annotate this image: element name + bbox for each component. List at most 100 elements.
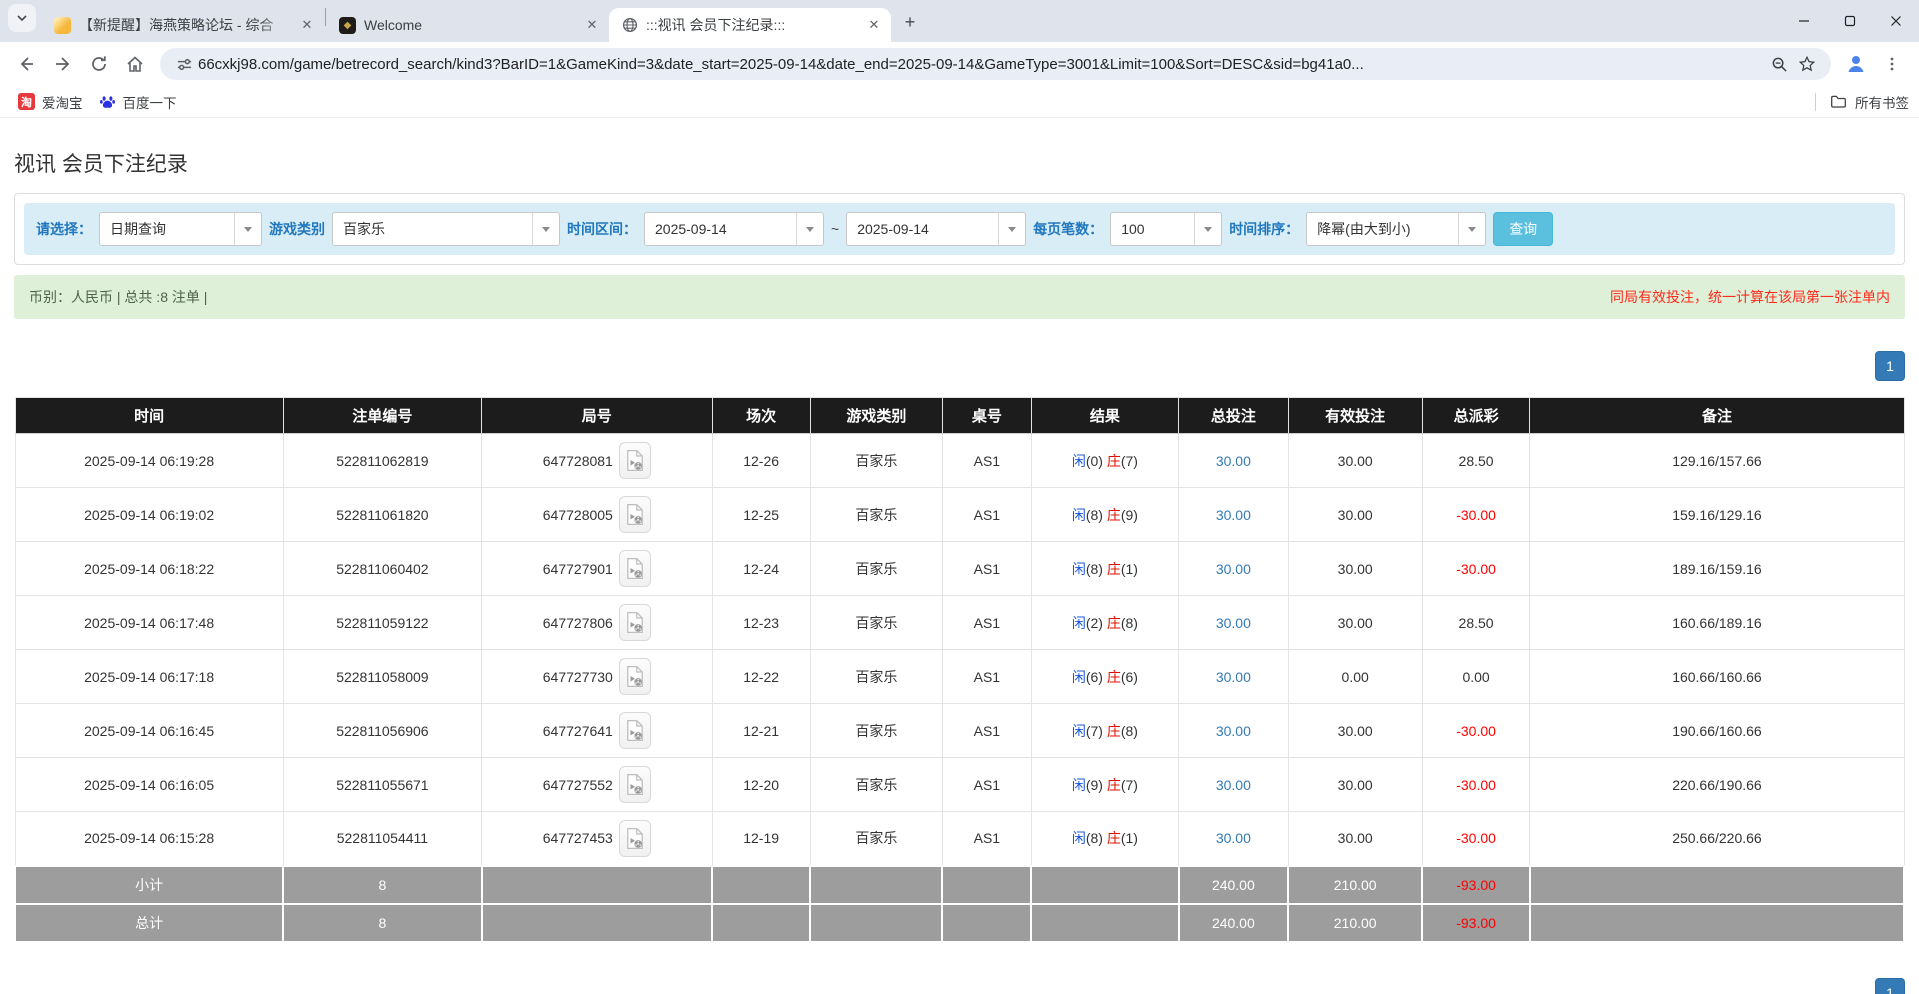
summary-count-cell: 8 — [283, 866, 481, 904]
date-start-select[interactable]: 2025-09-14 — [644, 212, 824, 246]
bookmark-baidu[interactable]: 百度一下 — [91, 88, 185, 116]
payout-cell: -30.00 — [1422, 542, 1530, 596]
game-type-cell: 百家乐 — [810, 650, 942, 704]
video-replay-icon — [626, 827, 644, 850]
remark-cell: 160.66/160.66 — [1530, 650, 1904, 704]
remark-cell: 159.16/129.16 — [1530, 488, 1904, 542]
profile-avatar[interactable] — [1839, 47, 1873, 81]
total-bet-link[interactable]: 30.00 — [1216, 830, 1251, 846]
player-result: 闲 — [1072, 723, 1086, 739]
total-bet-cell[interactable]: 30.00 — [1179, 542, 1289, 596]
tab-close-icon[interactable]: ✕ — [583, 16, 601, 34]
tab-title: 【新提醒】海燕策略论坛 - 综合 — [79, 15, 290, 35]
game-type-cell: 百家乐 — [810, 758, 942, 812]
total-bet-link[interactable]: 30.00 — [1216, 669, 1251, 685]
url-text[interactable]: 66cxkj98.com/game/betrecord_search/kind3… — [198, 56, 1765, 73]
home-button[interactable] — [118, 47, 152, 81]
payout-cell: -30.00 — [1422, 758, 1530, 812]
tab-close-icon[interactable]: ✕ — [865, 16, 883, 34]
total-bet-link[interactable]: 30.00 — [1216, 723, 1251, 739]
minimize-button[interactable] — [1781, 0, 1827, 42]
bookmark-aitaobao[interactable]: 淘 爱淘宝 — [10, 88, 91, 116]
table-number-cell: AS1 — [942, 704, 1031, 758]
total-bet-cell[interactable]: 30.00 — [1179, 812, 1289, 866]
game-type-cell: 百家乐 — [810, 488, 942, 542]
session-cell: 12-20 — [712, 758, 810, 812]
chevron-down-icon[interactable] — [1194, 213, 1221, 245]
date-end-select[interactable]: 2025-09-14 — [846, 212, 1026, 246]
chevron-down-icon[interactable] — [998, 213, 1025, 245]
tab-strip: 【新提醒】海燕策略论坛 - 综合 ✕ ◆ Welcome ✕ :::视讯 会员下… — [0, 0, 1919, 42]
video-replay-button[interactable] — [619, 496, 651, 533]
result-cell: 闲(2) 庄(8) — [1031, 596, 1178, 650]
total-bet-cell[interactable]: 30.00 — [1179, 650, 1289, 704]
bookmark-star-icon[interactable] — [1793, 50, 1821, 78]
bookmarks-bar: 淘 爱淘宝 百度一下 所有书签 — [0, 86, 1919, 118]
window-controls — [1781, 0, 1919, 42]
tab-welcome[interactable]: ◆ Welcome ✕ — [327, 8, 609, 42]
round-number-cell: 647727453 — [482, 812, 712, 866]
time-cell: 2025-09-14 06:17:18 — [15, 650, 283, 704]
table-row: 2025-09-14 06:15:28522811054411647727453… — [15, 812, 1904, 866]
chevron-down-icon[interactable] — [532, 213, 559, 245]
site-settings-icon[interactable] — [170, 50, 198, 78]
total-bet-cell[interactable]: 30.00 — [1179, 434, 1289, 488]
video-replay-icon — [626, 449, 644, 472]
tab-forum[interactable]: 【新提醒】海燕策略论坛 - 综合 ✕ — [42, 8, 324, 42]
total-bet-link[interactable]: 30.00 — [1216, 777, 1251, 793]
new-tab-button[interactable]: + — [897, 9, 923, 35]
video-replay-button[interactable] — [619, 604, 651, 641]
query-type-select[interactable]: 日期查询 — [99, 212, 262, 246]
per-page-select[interactable]: 100 — [1110, 212, 1222, 246]
session-cell: 12-19 — [712, 812, 810, 866]
url-bar[interactable]: 66cxkj98.com/game/betrecord_search/kind3… — [160, 48, 1831, 80]
browser-window: 【新提醒】海燕策略论坛 - 综合 ✕ ◆ Welcome ✕ :::视讯 会员下… — [0, 0, 1919, 994]
player-result: 闲 — [1072, 453, 1086, 469]
video-replay-button[interactable] — [619, 658, 651, 695]
video-replay-button[interactable] — [619, 820, 651, 857]
sort-select[interactable]: 降幂(由大到小) — [1306, 212, 1486, 246]
chevron-down-icon[interactable] — [796, 213, 823, 245]
forward-button[interactable] — [46, 47, 80, 81]
all-bookmarks[interactable]: 所有书签 — [1815, 92, 1909, 112]
video-replay-button[interactable] — [619, 550, 651, 587]
video-replay-icon — [626, 503, 644, 526]
round-number-cell: 647728005 — [482, 488, 712, 542]
empty-cell — [712, 904, 810, 942]
payout-cell: 0.00 — [1422, 650, 1530, 704]
chevron-down-icon[interactable] — [234, 213, 261, 245]
chevron-down-icon[interactable] — [1458, 213, 1485, 245]
chevron-down-icon — [16, 12, 28, 24]
video-replay-button[interactable] — [619, 442, 651, 479]
tab-close-icon[interactable]: ✕ — [298, 16, 316, 34]
total-bet-cell[interactable]: 30.00 — [1179, 488, 1289, 542]
page-1-button[interactable]: 1 — [1875, 978, 1905, 994]
page-1-button[interactable]: 1 — [1875, 351, 1905, 381]
table-row: 2025-09-14 06:17:48522811059122647727806… — [15, 596, 1904, 650]
video-replay-button[interactable] — [619, 712, 651, 749]
total-bet-link[interactable]: 30.00 — [1216, 561, 1251, 577]
tab-search-button[interactable] — [8, 4, 36, 32]
total-bet-link[interactable]: 30.00 — [1216, 507, 1251, 523]
player-result: 闲 — [1072, 507, 1086, 523]
time-cell: 2025-09-14 06:19:28 — [15, 434, 283, 488]
total-bet-cell[interactable]: 30.00 — [1179, 596, 1289, 650]
browser-toolbar: 66cxkj98.com/game/betrecord_search/kind3… — [0, 42, 1919, 86]
menu-kebab-icon[interactable] — [1875, 47, 1909, 81]
total-bet-cell[interactable]: 30.00 — [1179, 704, 1289, 758]
total-bet-link[interactable]: 30.00 — [1216, 453, 1251, 469]
reload-button[interactable] — [82, 47, 116, 81]
video-replay-button[interactable] — [619, 766, 651, 803]
payout-cell: -30.00 — [1422, 704, 1530, 758]
zoom-icon[interactable] — [1765, 50, 1793, 78]
game-type-select[interactable]: 百家乐 — [332, 212, 560, 246]
search-button[interactable]: 查询 — [1493, 212, 1553, 246]
folder-icon — [1830, 93, 1847, 110]
pagination-top: 1 — [14, 351, 1905, 381]
total-bet-cell[interactable]: 30.00 — [1179, 758, 1289, 812]
close-window-button[interactable] — [1873, 0, 1919, 42]
back-button[interactable] — [10, 47, 44, 81]
maximize-button[interactable] — [1827, 0, 1873, 42]
tab-bet-records-active[interactable]: :::视讯 会员下注纪录::: ✕ — [609, 8, 891, 42]
total-bet-link[interactable]: 30.00 — [1216, 615, 1251, 631]
